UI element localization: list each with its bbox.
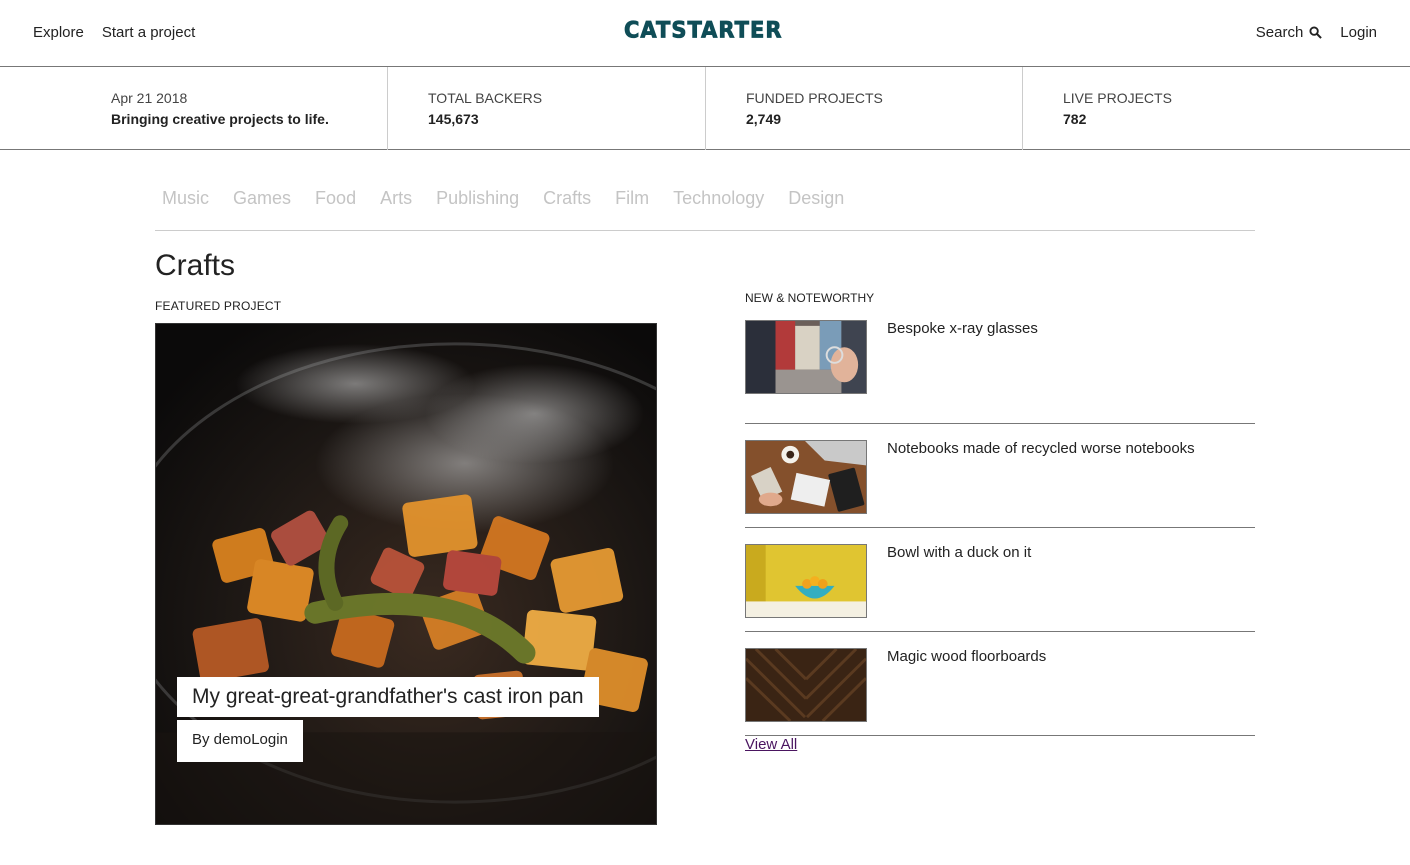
stats-date: Apr 21 2018 (111, 90, 188, 106)
tab-technology[interactable]: Technology (673, 188, 764, 230)
noteworthy-label: NEW & NOTEWORTHY (745, 291, 875, 305)
tab-film[interactable]: Film (615, 188, 649, 230)
tab-food[interactable]: Food (315, 188, 356, 230)
tab-music[interactable]: Music (162, 188, 209, 230)
noteworthy-item-title[interactable]: Magic wood floorboards (887, 648, 1046, 665)
tab-design[interactable]: Design (788, 188, 844, 230)
search-label: Search (1255, 24, 1304, 41)
project-thumbnail (745, 440, 867, 514)
featured-project-card[interactable]: My great-great-grandfather's cast iron p… (155, 323, 657, 825)
noteworthy-item-title[interactable]: Bowl with a duck on it (887, 544, 1031, 561)
login-link[interactable]: Login (1340, 24, 1377, 41)
featured-project-title[interactable]: My great-great-grandfather's cast iron p… (177, 677, 599, 717)
nav-explore[interactable]: Explore (33, 24, 84, 41)
tab-crafts[interactable]: Crafts (543, 188, 591, 230)
project-thumbnail (745, 544, 867, 618)
tab-games[interactable]: Games (233, 188, 291, 230)
funded-projects-value: 2,749 (746, 111, 782, 127)
top-header: Explore Start a project CATSTARTER Searc… (0, 0, 1410, 67)
list-item[interactable]: Magic wood floorboards (745, 632, 1255, 736)
noteworthy-item-title[interactable]: Notebooks made of recycled worse noteboo… (887, 440, 1195, 457)
stats-tagline: Bringing creative projects to life. (111, 111, 329, 127)
search-button[interactable]: Search (1256, 24, 1323, 41)
total-backers-value: 145,673 (428, 111, 479, 127)
noteworthy-item-title[interactable]: Bespoke x-ray glasses (887, 320, 1038, 337)
stat-funded-projects: FUNDED PROJECTS 2,749 (706, 67, 1023, 150)
tab-publishing[interactable]: Publishing (436, 188, 519, 230)
list-item[interactable]: Notebooks made of recycled worse noteboo… (745, 424, 1255, 528)
live-projects-value: 782 (1063, 111, 1087, 127)
stat-live-projects: LIVE PROJECTS 782 (1023, 67, 1410, 150)
stat-intro: Apr 21 2018 Bringing creative projects t… (0, 67, 388, 150)
list-item[interactable]: Bowl with a duck on it (745, 528, 1255, 632)
total-backers-label: TOTAL BACKERS (428, 90, 543, 106)
funded-projects-label: FUNDED PROJECTS (746, 90, 883, 106)
nav-start-project[interactable]: Start a project (102, 24, 195, 41)
street-photo-image (746, 321, 866, 393)
tab-arts[interactable]: Arts (380, 188, 412, 230)
desk-photo-image (746, 441, 866, 513)
wood-floor-image (746, 649, 866, 721)
stats-bar: Apr 21 2018 Bringing creative projects t… (0, 67, 1410, 150)
view-all-link[interactable]: View All (745, 736, 797, 753)
primary-nav: Explore Start a project (33, 24, 195, 41)
noteworthy-list: Bespoke x-ray glasses Notebooks made of … (745, 320, 1255, 736)
bowl-photo-image (746, 545, 866, 617)
search-icon (1309, 26, 1323, 39)
project-thumbnail (745, 648, 867, 722)
list-item[interactable]: Bespoke x-ray glasses (745, 320, 1255, 424)
category-tabs: Music Games Food Arts Publishing Crafts … (155, 188, 1255, 231)
featured-project-byline[interactable]: By demoLogin (177, 720, 303, 762)
site-logo[interactable]: CATSTARTER (624, 17, 783, 43)
stat-total-backers: TOTAL BACKERS 145,673 (388, 67, 706, 150)
page-title: Crafts (155, 249, 236, 282)
live-projects-label: LIVE PROJECTS (1063, 90, 1172, 106)
featured-label: FEATURED PROJECT (155, 299, 282, 313)
secondary-nav: Search Login (1256, 24, 1377, 41)
project-thumbnail (745, 320, 867, 394)
